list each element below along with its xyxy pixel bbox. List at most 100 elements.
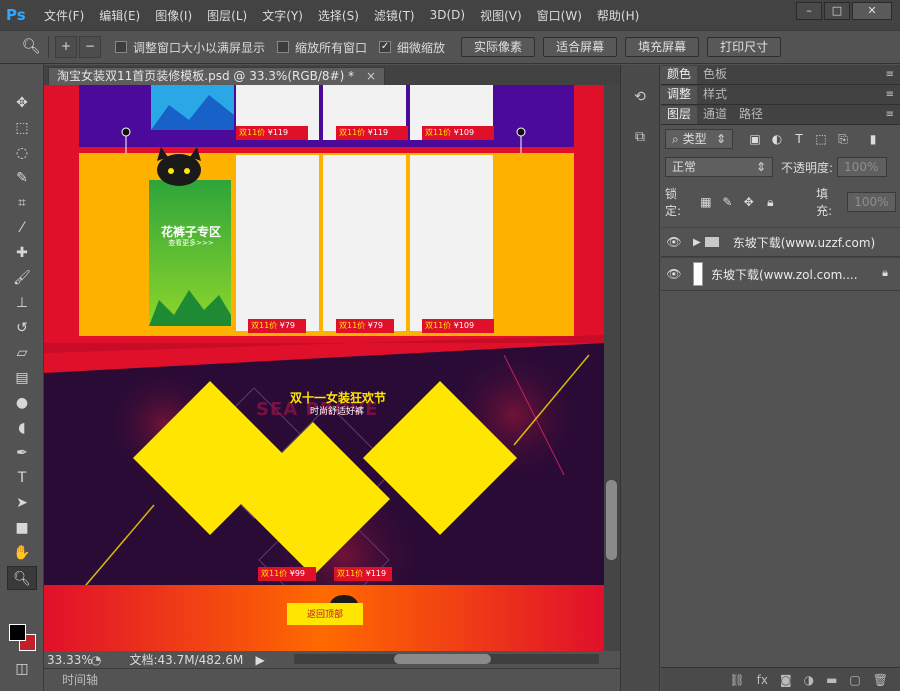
adjustment-layer-icon[interactable]: ◑: [804, 673, 814, 687]
type-tool-icon[interactable]: T: [7, 466, 37, 490]
adjustments-panel-tabs: 调整 样式 ≡: [661, 85, 900, 105]
document-canvas[interactable]: 双11价 ¥119 双11价 ¥119 双11价 ¥109 花裤子专区 查看更多…: [44, 85, 604, 651]
eye-icon[interactable]: 👁︎: [661, 235, 687, 249]
lock-position-icon[interactable]: ✥: [741, 194, 756, 210]
pixel-filter-icon[interactable]: ▣: [747, 131, 763, 147]
quick-mask-icon[interactable]: ◫: [7, 657, 37, 681]
resize-windows-checkbox[interactable]: 调整窗口大小以满屏显示: [115, 39, 265, 56]
brush-tool-icon[interactable]: 🖌︎: [7, 266, 37, 290]
smart-object-filter-icon[interactable]: ⎘: [835, 131, 851, 147]
menu-select[interactable]: 选择(S): [318, 7, 359, 24]
quick-select-tool-icon[interactable]: ✎: [7, 166, 37, 190]
blur-tool-icon[interactable]: ●: [7, 391, 37, 415]
filter-toggle-icon[interactable]: ▮: [865, 131, 881, 147]
folder-icon: [704, 237, 719, 247]
menu-filter[interactable]: 滤镜(T): [374, 7, 415, 24]
lock-all-icon[interactable]: 🔒︎: [763, 194, 778, 210]
new-layer-icon[interactable]: ▢: [849, 673, 860, 687]
fill-input[interactable]: 100%: [847, 192, 897, 212]
tab-close-icon[interactable]: ×: [366, 69, 376, 83]
history-brush-tool-icon[interactable]: ↺: [7, 316, 37, 340]
menu-view[interactable]: 视图(V): [480, 7, 522, 24]
tab-layers[interactable]: 图层: [661, 106, 698, 124]
dodge-tool-icon[interactable]: ◖: [7, 416, 37, 440]
layer-filter-select[interactable]: ⌕ 类型 ⇕: [665, 129, 733, 149]
vertical-scroll-thumb[interactable]: [606, 480, 617, 560]
clone-stamp-tool-icon[interactable]: ⊥: [7, 291, 37, 315]
divider: [48, 36, 49, 58]
shape-filter-icon[interactable]: ⬚: [813, 131, 829, 147]
crop-tool-icon[interactable]: ⌗: [7, 191, 37, 215]
pen-tool-icon[interactable]: ✒: [7, 441, 37, 465]
menu-help[interactable]: 帮助(H): [597, 7, 639, 24]
panel-menu-icon[interactable]: ≡: [886, 66, 894, 84]
link-layers-icon[interactable]: ⛓: [729, 673, 744, 687]
fx-icon[interactable]: fx: [757, 673, 768, 687]
fit-screen-button[interactable]: 适合屏幕: [543, 37, 618, 57]
actual-pixels-button[interactable]: 实际像素: [461, 37, 536, 57]
zoom-tool-icon[interactable]: 🔍︎: [7, 566, 37, 590]
hanger-pin-right: [516, 127, 526, 137]
timeline-panel-tab[interactable]: 时间轴: [44, 668, 620, 691]
eyedropper-tool-icon[interactable]: ⁄: [7, 216, 37, 240]
tab-styles[interactable]: 样式: [697, 86, 733, 104]
maximize-button[interactable]: □: [824, 2, 850, 20]
layer-row[interactable]: 👁︎ 东坡下载(www.zol.com.... 🔒︎: [661, 257, 900, 291]
zoom-out-icon[interactable]: −: [79, 36, 101, 58]
tab-channels[interactable]: 通道: [697, 106, 733, 124]
expand-arrow-icon[interactable]: ▶: [693, 237, 701, 248]
trash-icon[interactable]: 🗑︎: [873, 673, 888, 687]
document-tab[interactable]: 淘宝女装双11首页装修模板.psd @ 33.3%(RGB/8#) * ×: [48, 67, 385, 85]
opacity-input[interactable]: 100%: [837, 157, 888, 177]
new-group-icon[interactable]: ▬: [826, 673, 837, 687]
scrubby-zoom-checkbox[interactable]: ✓ 细微缩放: [379, 39, 445, 56]
menu-edit[interactable]: 编辑(E): [99, 7, 140, 24]
foreground-color-swatch[interactable]: [9, 624, 26, 641]
panel-menu-icon[interactable]: ≡: [886, 106, 894, 124]
fill-screen-button[interactable]: 填充屏幕: [625, 37, 700, 57]
eye-icon[interactable]: 👁︎: [661, 267, 687, 281]
lasso-tool-icon[interactable]: ◌: [7, 141, 37, 165]
zoom-all-windows-checkbox[interactable]: 缩放所有窗口: [277, 39, 367, 56]
3d-panel-icon[interactable]: ⧉: [627, 125, 653, 149]
adjustment-filter-icon[interactable]: ◐: [769, 131, 785, 147]
status-info-icon[interactable]: ◔: [91, 653, 101, 667]
type-filter-icon[interactable]: T: [791, 131, 807, 147]
zoom-in-icon[interactable]: +: [55, 36, 77, 58]
healing-brush-tool-icon[interactable]: ✚: [7, 241, 37, 265]
zoom-level[interactable]: 33.33%: [47, 653, 93, 667]
menu-type[interactable]: 文字(Y): [262, 7, 303, 24]
rectangle-tool-icon[interactable]: ■: [7, 516, 37, 540]
move-tool-icon[interactable]: ✥: [7, 91, 37, 115]
tab-color[interactable]: 颜色: [661, 66, 698, 84]
horizontal-scroll-thumb[interactable]: [394, 654, 491, 664]
blend-mode-select[interactable]: 正常 ⇕: [665, 157, 773, 177]
vertical-scrollbar[interactable]: [604, 85, 620, 651]
path-selection-tool-icon[interactable]: ➤: [7, 491, 37, 515]
hand-tool-icon[interactable]: ✋: [7, 541, 37, 565]
tab-adjustments[interactable]: 调整: [661, 86, 698, 104]
marquee-tool-icon[interactable]: ⬚: [7, 116, 37, 140]
horizontal-scrollbar[interactable]: [294, 654, 599, 664]
print-size-button[interactable]: 打印尺寸: [707, 37, 782, 57]
menu-image[interactable]: 图像(I): [155, 7, 192, 24]
zoom-tool-preset-icon[interactable]: 🔍︎: [20, 36, 42, 58]
close-button[interactable]: ✕: [852, 2, 892, 20]
tab-paths[interactable]: 路径: [733, 106, 769, 124]
color-swatches[interactable]: [9, 624, 37, 652]
panel-menu-icon[interactable]: ≡: [886, 86, 894, 104]
eraser-tool-icon[interactable]: ▱: [7, 341, 37, 365]
minimize-button[interactable]: –: [796, 2, 822, 20]
tab-swatches[interactable]: 色板: [697, 66, 733, 84]
menu-file[interactable]: 文件(F): [44, 7, 84, 24]
add-mask-icon[interactable]: ◙: [780, 673, 792, 687]
status-menu-arrow-icon[interactable]: ▶: [255, 653, 264, 667]
menu-layer[interactable]: 图层(L): [207, 7, 247, 24]
history-panel-icon[interactable]: ⟲: [627, 85, 653, 109]
gradient-tool-icon[interactable]: ▤: [7, 366, 37, 390]
lock-image-icon[interactable]: ✎: [720, 194, 735, 210]
lock-transparent-icon[interactable]: ▦: [698, 194, 713, 210]
menu-window[interactable]: 窗口(W): [537, 7, 582, 24]
menu-3d[interactable]: 3D(D): [430, 8, 465, 22]
layer-group-row[interactable]: 👁︎ ▶ 东坡下载(www.uzzf.com): [661, 227, 900, 257]
